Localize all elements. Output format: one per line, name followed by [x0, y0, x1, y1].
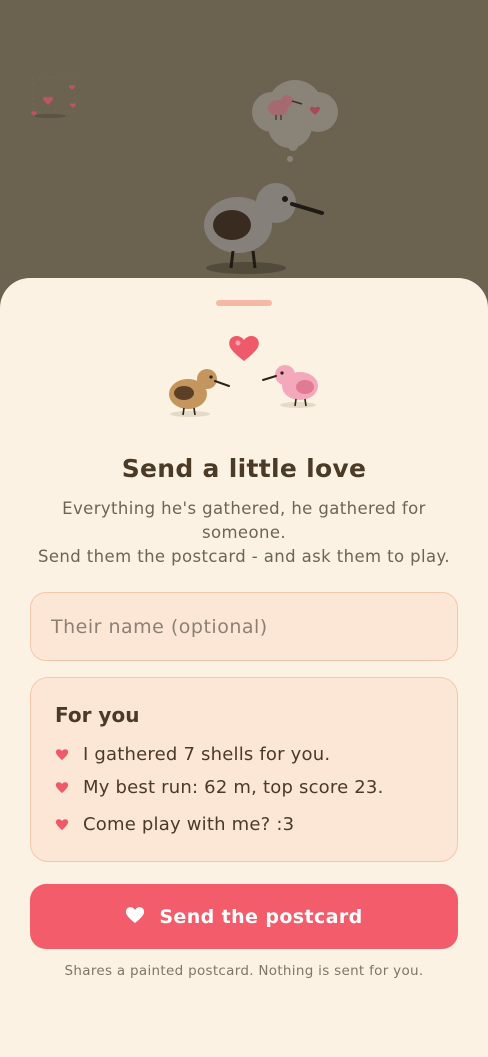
heart-icon	[55, 781, 69, 794]
card-line: I gathered 7 shells for you.	[55, 742, 330, 766]
send-button-label: Send the postcard	[159, 905, 363, 928]
pink-kiwi	[262, 365, 318, 408]
footer-note: Shares a painted postcard. Nothing is se…	[64, 963, 424, 979]
heart-icon	[55, 818, 69, 831]
heart-icon	[55, 748, 69, 761]
name-input[interactable]	[31, 593, 457, 660]
floating-hearts	[31, 77, 76, 118]
card-line: Come play with me? :3	[55, 812, 294, 836]
subtitle-line: Everything he's gathered, he gathered fo…	[62, 499, 426, 518]
subtitle-line: someone.	[201, 523, 287, 542]
card-title: For you	[55, 703, 140, 727]
card-line: My best run: 62 m, top score 23.	[55, 775, 384, 799]
message-card: For you I gathered 7 shells for you. My …	[30, 677, 458, 862]
sheet-title: Send a little love	[121, 454, 367, 483]
card-line-text: Come play with me? :3	[83, 813, 295, 835]
postcard-sheet: Send a little love Everything he's gathe…	[0, 278, 488, 1057]
brown-kiwi	[169, 369, 230, 417]
background-scene	[31, 77, 338, 274]
heart-icon	[125, 906, 145, 924]
card-line-text: My best run: 62 m, top score 23.	[83, 776, 384, 798]
sheet-subtitle: Everything he's gathered, he gathered fo…	[28, 497, 460, 569]
card-line-text: I gathered 7 shells for you.	[83, 743, 331, 765]
birds-illustration	[169, 336, 318, 417]
sheet-grabber[interactable]	[216, 300, 272, 306]
send-postcard-button[interactable]: Send the postcard	[30, 884, 458, 949]
name-field[interactable]	[30, 592, 458, 661]
thought-bubble	[252, 80, 338, 162]
subtitle-line: Send them the postcard - and ask them to…	[38, 547, 450, 566]
heart-icon	[229, 336, 259, 361]
kiwi-bird	[204, 183, 324, 274]
